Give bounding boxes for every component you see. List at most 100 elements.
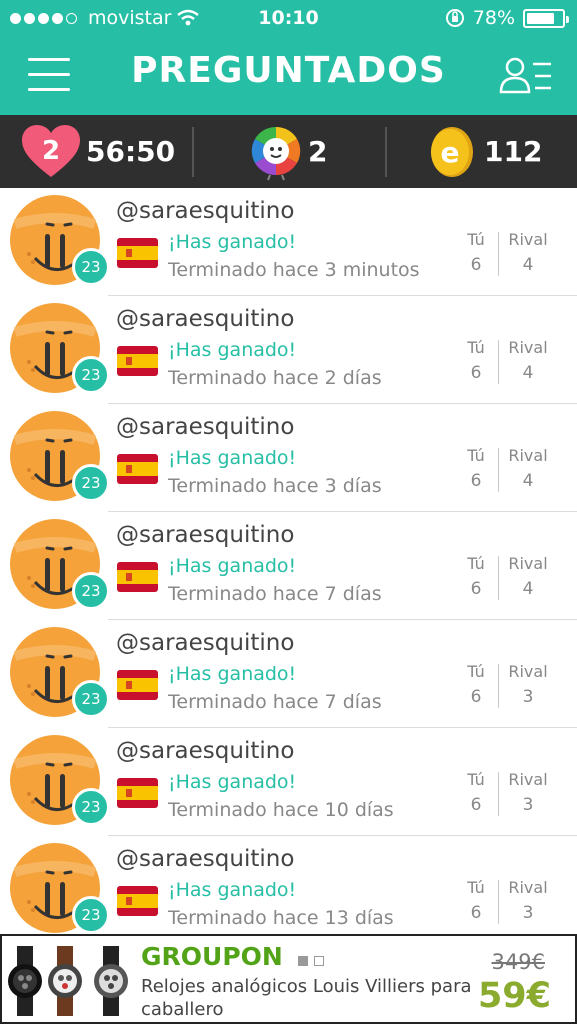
you-label: Tú [467, 338, 485, 357]
friends-button[interactable] [499, 56, 553, 94]
level-badge: 23 [72, 248, 110, 286]
rival-score: 3 [522, 795, 534, 815]
finished-games-list: 23 @saraesquitino ¡Has ganado! Terminado… [0, 188, 577, 934]
level-badge: 23 [72, 680, 110, 718]
you-label: Tú [467, 662, 485, 681]
opponent-username: @saraesquitino [116, 414, 295, 440]
status-bar: movistar 10:10 78% [0, 0, 577, 38]
you-label: Tú [467, 446, 485, 465]
stats-bar: 2 56:50 2 e 112 [0, 115, 577, 188]
rival-label: Rival [508, 338, 548, 357]
game-result: ¡Has ganado! [168, 879, 297, 901]
battery-percent: 78% [472, 7, 515, 29]
rival-label: Rival [508, 662, 548, 681]
game-row[interactable]: 23 @saraesquitino ¡Has ganado! Terminado… [0, 188, 577, 296]
game-ended-time: Terminado hace 3 minutos [168, 259, 420, 281]
rival-score: 3 [522, 903, 534, 923]
spinner-wheel-icon [251, 126, 301, 180]
lives-counter[interactable]: 2 56:50 [20, 115, 175, 188]
score-divider [498, 232, 499, 276]
spain-flag-icon [117, 454, 158, 484]
score-divider [498, 448, 499, 492]
ad-old-price: 349€ [491, 950, 545, 974]
level-badge: 23 [72, 572, 110, 610]
coin-icon: e [431, 126, 473, 177]
app-header: movistar 10:10 78% PREGUNTADOS [0, 0, 577, 115]
ad-indicator [298, 956, 308, 966]
you-score: 6 [470, 363, 482, 383]
users-list-icon [499, 57, 551, 94]
spins-value: 2 [308, 135, 328, 168]
rival-label: Rival [508, 230, 548, 249]
you-score: 6 [470, 579, 482, 599]
battery-icon [523, 8, 569, 28]
game-row[interactable]: 23 @saraesquitino ¡Has ganado! Terminado… [0, 728, 577, 836]
score-divider [498, 772, 499, 816]
game-ended-time: Terminado hace 7 días [168, 583, 382, 605]
rival-score: 3 [522, 687, 534, 707]
ad-brand: GROUPON [141, 942, 283, 971]
svg-text:e: e [441, 136, 460, 169]
game-result: ¡Has ganado! [168, 555, 297, 577]
score-divider [498, 880, 499, 924]
rival-score: 4 [522, 255, 534, 275]
game-result: ¡Has ganado! [168, 339, 297, 361]
spain-flag-icon [117, 670, 158, 700]
game-ended-time: Terminado hace 7 días [168, 691, 382, 713]
game-result: ¡Has ganado! [168, 447, 297, 469]
opponent-username: @saraesquitino [116, 630, 295, 656]
coins-value: 112 [484, 135, 543, 168]
game-ended-time: Terminado hace 2 días [168, 367, 382, 389]
divider [385, 127, 387, 177]
coins-counter[interactable]: e 112 [428, 115, 542, 188]
app-title: PREGUNTADOS [131, 50, 446, 91]
you-score: 6 [470, 471, 482, 491]
game-row[interactable]: 23 @saraesquitino ¡Has ganado! Terminado… [0, 836, 577, 934]
level-badge: 23 [72, 788, 110, 826]
spain-flag-icon [117, 238, 158, 268]
watch-image [94, 946, 128, 1016]
opponent-username: @saraesquitino [116, 306, 295, 332]
rotation-lock-icon [445, 9, 464, 27]
lives-timer: 56:50 [86, 135, 176, 168]
game-result: ¡Has ganado! [168, 231, 297, 253]
ad-description: Relojes analógicos Louis Villiers para c… [141, 976, 472, 1020]
opponent-username: @saraesquitino [116, 846, 295, 872]
ad-price: 59€ [477, 976, 551, 1016]
heart-icon: 2 [22, 124, 80, 177]
you-score: 6 [470, 795, 482, 815]
rival-label: Rival [508, 446, 548, 465]
game-row[interactable]: 23 @saraesquitino ¡Has ganado! Terminado… [0, 404, 577, 512]
ad-indicator [314, 956, 324, 966]
you-label: Tú [467, 230, 485, 249]
rival-score: 4 [522, 579, 534, 599]
game-row[interactable]: 23 @saraesquitino ¡Has ganado! Terminado… [0, 296, 577, 404]
game-ended-time: Terminado hace 3 días [168, 475, 382, 497]
score-divider [498, 340, 499, 384]
score-divider [498, 556, 499, 600]
you-score: 6 [470, 903, 482, 923]
you-label: Tú [467, 554, 485, 573]
you-label: Tú [467, 878, 485, 897]
watch-image [48, 946, 82, 1016]
game-ended-time: Terminado hace 13 días [168, 907, 394, 929]
lives-value: 2 [42, 136, 60, 166]
rival-label: Rival [508, 878, 548, 897]
score-divider [498, 664, 499, 708]
you-score: 6 [470, 255, 482, 275]
game-row[interactable]: 23 @saraesquitino ¡Has ganado! Terminado… [0, 512, 577, 620]
ad-banner[interactable]: GROUPON Relojes analógicos Louis Villier… [0, 934, 577, 1024]
spins-counter[interactable]: 2 [248, 115, 327, 188]
spain-flag-icon [117, 562, 158, 592]
level-badge: 23 [72, 896, 110, 934]
rival-score: 4 [522, 471, 534, 491]
level-badge: 23 [72, 464, 110, 502]
rival-label: Rival [508, 554, 548, 573]
opponent-username: @saraesquitino [116, 522, 295, 548]
watch-image [8, 946, 42, 1016]
game-ended-time: Terminado hace 10 días [168, 799, 394, 821]
opponent-username: @saraesquitino [116, 198, 295, 224]
rival-label: Rival [508, 770, 548, 789]
you-score: 6 [470, 687, 482, 707]
game-row[interactable]: 23 @saraesquitino ¡Has ganado! Terminado… [0, 620, 577, 728]
